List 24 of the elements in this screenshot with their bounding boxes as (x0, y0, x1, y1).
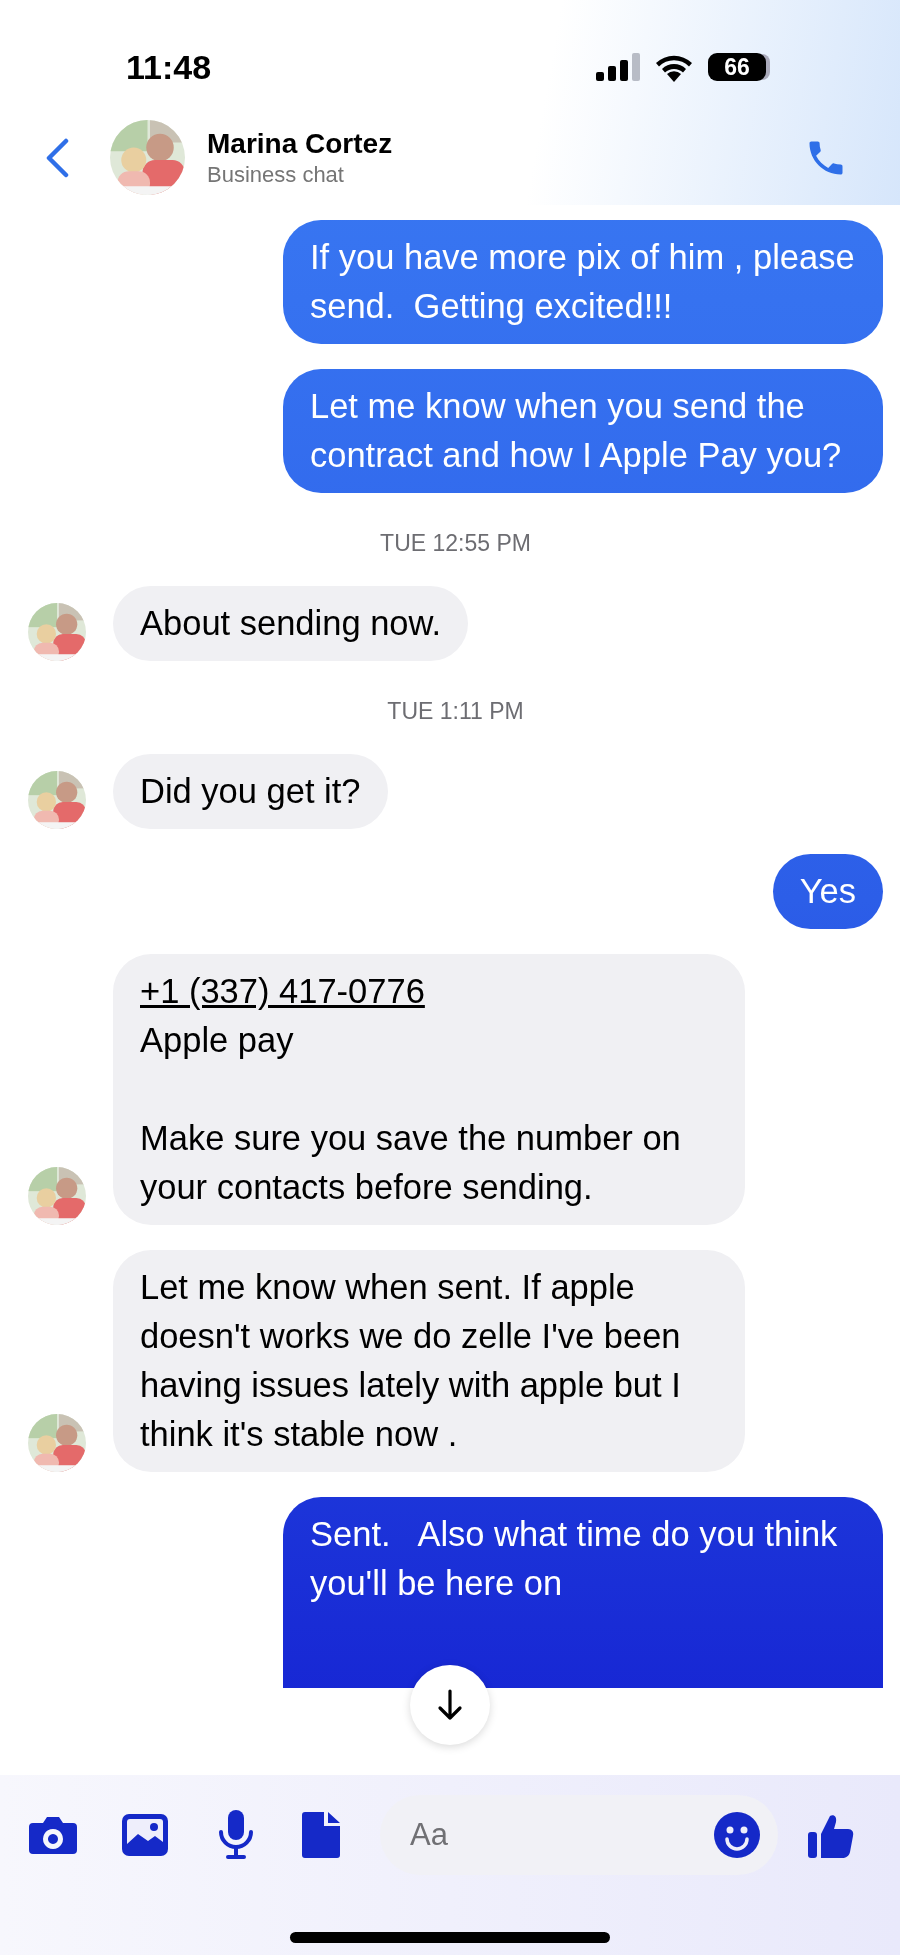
received-message: Let me know when sent. If apple doesn't works we do zelle I've been having issues lately with apple but I think it's stable now . (113, 1250, 745, 1472)
image-icon[interactable] (122, 1814, 168, 1856)
phone-link[interactable]: +1 (337) 417-0776 (140, 972, 425, 1010)
contact-name: Marina Cortez (207, 126, 394, 161)
message-field[interactable]: Aa (380, 1795, 778, 1875)
back-icon[interactable] (44, 137, 70, 178)
file-icon[interactable] (302, 1812, 340, 1858)
timestamp: TUE 1:11 PM (386, 697, 525, 726)
sent-message: Yes (772, 854, 883, 929)
timestamp: TUE 12:55 PM (379, 529, 532, 558)
signal-icon (596, 53, 640, 81)
microphone-icon[interactable] (218, 1810, 254, 1860)
sent-message: Sent. Also what time do you think you'll be here on (283, 1497, 883, 1688)
camera-icon[interactable] (28, 1815, 78, 1855)
received-message: About sending now. (113, 586, 469, 661)
received-message: Did you get it? (113, 754, 388, 829)
sent-message: Let me know when you send the contract and how I Apple Pay you? (283, 369, 883, 493)
thumbs-up-icon[interactable] (808, 1812, 854, 1858)
arrow-down-icon (437, 1689, 463, 1721)
status-time: 11:48 (126, 46, 213, 87)
message-text: Apple pay Make sure you save the number on your contacts before sending. (140, 1021, 682, 1206)
scroll-down-button[interactable] (410, 1665, 490, 1745)
sent-message: If you have more pix of him , please send. Getting excited!!! (283, 220, 883, 344)
contact-subtitle: Business chat (207, 160, 345, 189)
